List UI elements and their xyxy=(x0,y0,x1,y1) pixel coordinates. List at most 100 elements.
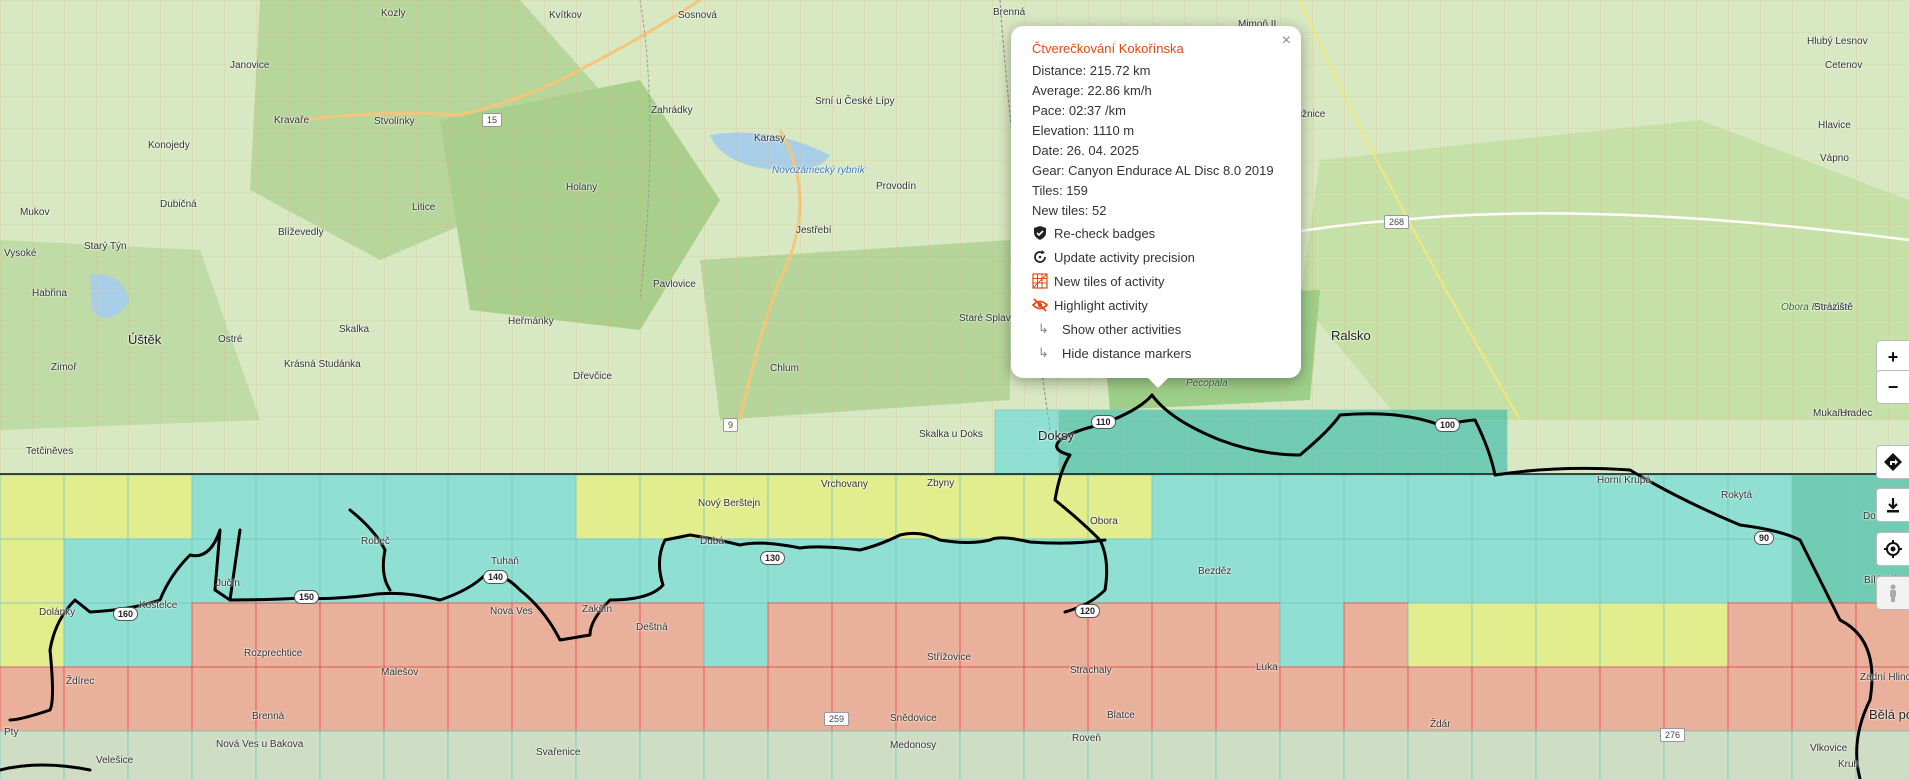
place-label: Karasy xyxy=(754,133,786,144)
recheck-badges-button[interactable]: Re-check badges xyxy=(1032,221,1291,245)
zoom-in-button[interactable]: + xyxy=(1876,340,1909,374)
place-label: Ždírec xyxy=(66,676,95,687)
place-label: Vrchovany xyxy=(821,479,868,490)
place-label: Skalka xyxy=(339,324,370,335)
place-label: Pavlovice xyxy=(653,279,696,290)
place-label: Nova Ves xyxy=(490,606,533,617)
explored-tile xyxy=(383,474,449,540)
explored-tile xyxy=(319,474,385,540)
place-label: Dubá xyxy=(700,536,724,547)
explored-tile xyxy=(1023,538,1089,604)
road-number-shield: 150 xyxy=(294,590,320,604)
place-label: Svařenice xyxy=(536,747,581,758)
place-label: Ralsko xyxy=(1331,328,1371,343)
explored-tile xyxy=(959,474,1025,540)
explored-tile xyxy=(1343,730,1409,779)
explored-tile xyxy=(831,730,897,779)
stat-gear: Gear: Canyon Endurace AL Disc 8.0 2019 xyxy=(1032,163,1274,178)
explored-tile xyxy=(319,666,385,732)
explored-tile xyxy=(1087,538,1153,604)
place-label: Rozprechtice xyxy=(244,648,303,659)
shield-check-icon xyxy=(1034,226,1046,240)
explored-tile xyxy=(639,474,705,540)
explored-tile xyxy=(1343,666,1409,732)
eye-off-icon xyxy=(1032,298,1048,312)
place-label: Hlubý Lesnov xyxy=(1807,36,1868,47)
explored-tile xyxy=(1791,666,1857,732)
explored-tile xyxy=(1663,666,1729,732)
place-label: Kravaře xyxy=(274,115,310,126)
place-label: Tetčiněves xyxy=(26,446,74,457)
explored-tile xyxy=(191,474,257,540)
place-label: Pty xyxy=(4,727,19,738)
place-label: Kozly xyxy=(381,8,406,19)
place-label: Kostelce xyxy=(139,600,178,611)
explored-tile xyxy=(703,602,769,668)
road-number-shield: 120 xyxy=(1075,604,1101,618)
place-label: Roveň xyxy=(1072,733,1101,744)
explored-tile xyxy=(1215,666,1281,732)
road-number-shield: 9 xyxy=(723,418,739,432)
explored-tile xyxy=(959,538,1025,604)
activity-title[interactable]: Čtverečkování Kokořínska xyxy=(1032,41,1291,56)
explored-tile xyxy=(1087,474,1153,540)
action-label: Re-check badges xyxy=(1054,225,1156,241)
explored-tile xyxy=(63,538,129,604)
place-label: Hradec xyxy=(1840,408,1873,419)
place-label: Skalka u Doks xyxy=(919,429,983,440)
person-icon xyxy=(1890,584,1896,602)
explored-tile xyxy=(1215,730,1281,779)
explored-tile xyxy=(1535,666,1601,732)
explored-tile xyxy=(1023,666,1089,732)
street-view-button[interactable] xyxy=(1876,576,1909,610)
explored-tile xyxy=(191,666,257,732)
update-precision-button[interactable]: Update activity precision xyxy=(1032,245,1291,269)
place-label: Dubičná xyxy=(160,199,197,210)
directions-button[interactable] xyxy=(1876,445,1909,479)
road-number-shield: 130 xyxy=(760,551,786,565)
hide-distance-markers-button[interactable]: ↳ Hide distance markers xyxy=(1032,341,1291,365)
locate-button[interactable] xyxy=(1876,532,1909,566)
place-label: Litice xyxy=(412,202,436,213)
show-other-activities-button[interactable]: ↳ Show other activities xyxy=(1032,317,1291,341)
explored-tile xyxy=(959,666,1025,732)
new-tiles-button[interactable]: New tiles of activity xyxy=(1032,269,1291,293)
place-label: Holany xyxy=(566,182,598,193)
explored-tile xyxy=(127,666,193,732)
explored-tile xyxy=(1407,538,1473,604)
stat-date: Date: 26. 04. 2025 xyxy=(1032,143,1139,158)
explored-tile xyxy=(191,538,257,604)
map-container[interactable]: Kozly Kvítkov Sosnová Brenná Mimoň II Hlubý L… xyxy=(0,0,1909,779)
place-label: Střížovice xyxy=(927,652,971,663)
download-button[interactable] xyxy=(1876,488,1909,522)
place-label: Hlavice xyxy=(1818,120,1851,131)
explored-tile xyxy=(895,538,961,604)
explored-tile xyxy=(639,730,705,779)
explored-tile xyxy=(511,474,577,540)
place-label: Kvítkov xyxy=(549,10,582,21)
place-label: Staré Splavy xyxy=(959,313,1016,324)
place-label: Obora xyxy=(1090,516,1118,527)
explored-tile xyxy=(1407,474,1473,540)
place-label: Medonosy xyxy=(890,740,937,751)
action-label: Update activity precision xyxy=(1054,249,1195,265)
explored-tile xyxy=(63,474,129,540)
explored-tile xyxy=(1599,602,1665,668)
explored-tile xyxy=(575,666,641,732)
tiles-icon xyxy=(1032,273,1048,289)
place-label: Doksy xyxy=(1038,428,1075,443)
place-label: Blatce xyxy=(1107,710,1135,721)
explored-tile xyxy=(1023,474,1089,540)
explored-tile xyxy=(0,474,65,540)
zoom-out-button[interactable]: − xyxy=(1876,370,1909,404)
highlight-activity-button[interactable]: Highlight activity xyxy=(1032,293,1291,317)
explored-tile xyxy=(1727,666,1793,732)
explored-tile xyxy=(1279,666,1345,732)
explored-tile xyxy=(511,538,577,604)
place-label: Luka xyxy=(1256,662,1278,673)
place-label: Vysoké xyxy=(4,248,37,259)
explored-tile xyxy=(1599,666,1665,732)
place-label: Zbyny xyxy=(927,478,955,489)
explored-tile xyxy=(255,474,321,540)
place-label: Úštěk xyxy=(128,332,162,347)
